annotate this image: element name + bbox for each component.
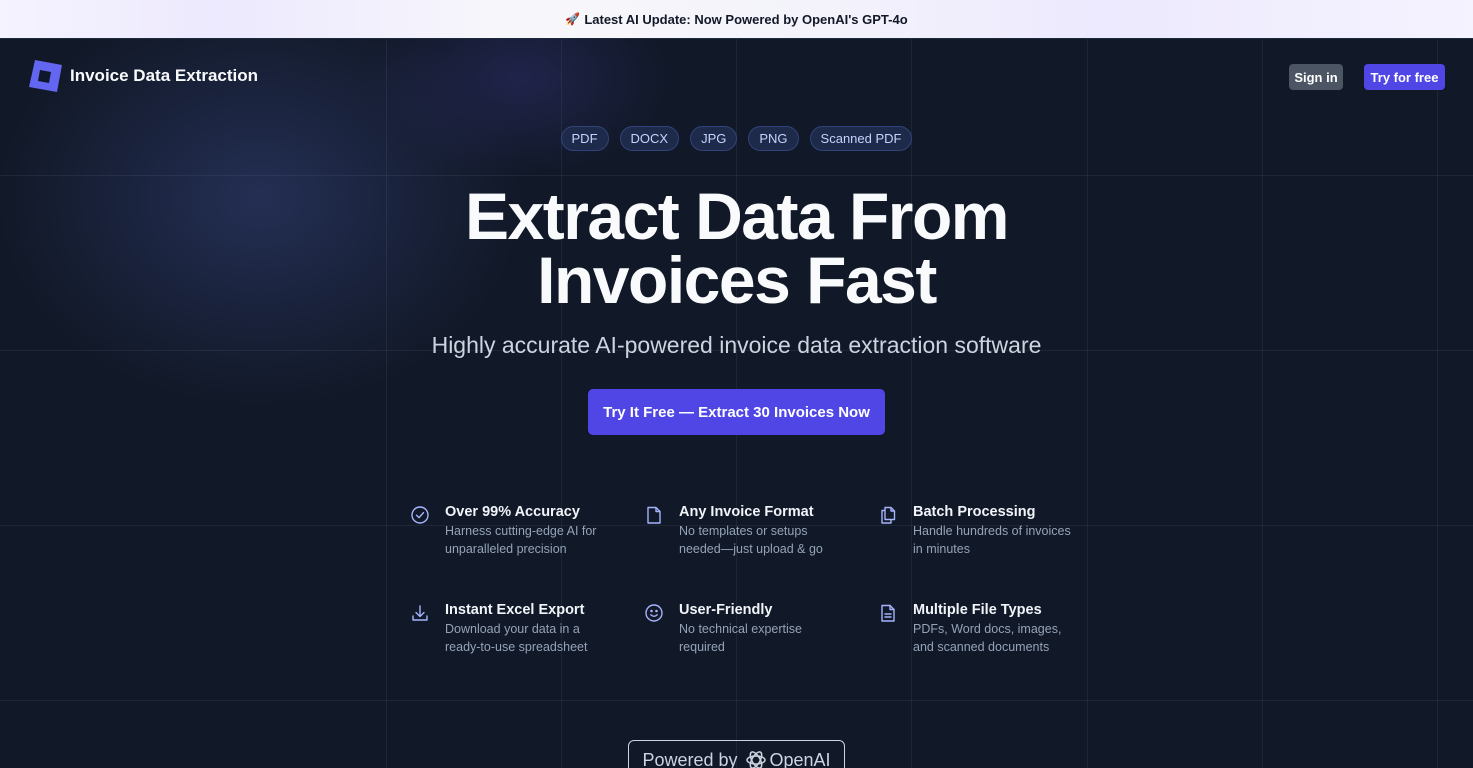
- smiley-icon: [644, 603, 664, 623]
- sign-in-button[interactable]: Sign in: [1289, 64, 1343, 90]
- feature-item-user-friendly: User-Friendly No technical expertise req…: [644, 601, 854, 656]
- format-chip-pdf: PDF: [560, 126, 609, 151]
- try-it-free-cta-button[interactable]: Try It Free — Extract 30 Invoices Now: [588, 389, 885, 435]
- format-chip-jpg: JPG: [690, 126, 738, 151]
- feature-title: Any Invoice Format: [679, 504, 814, 520]
- brand-logo-link[interactable]: Invoice Data Extraction: [28, 59, 258, 93]
- powered-by-openai-badge: Powered by OpenAI: [628, 740, 845, 768]
- try-for-free-button[interactable]: Try for free: [1364, 64, 1445, 90]
- feature-description: No technical expertise required: [679, 622, 802, 654]
- feature-title: Over 99% Accuracy: [445, 504, 580, 520]
- announcement-text: Latest AI Update: Now Powered by OpenAI'…: [584, 11, 908, 27]
- grid-line: [0, 700, 1473, 701]
- feature-item-excel-export: Instant Excel Export Download your data …: [410, 601, 620, 656]
- feature-title: Multiple File Types: [913, 602, 1042, 618]
- feature-description: PDFs, Word docs, images, and scanned doc…: [913, 622, 1062, 654]
- feature-description: Harness cutting-edge AI for unparalleled…: [445, 524, 597, 556]
- format-chip-scanned-pdf: Scanned PDF: [809, 126, 913, 151]
- feature-item-file-types: Multiple File Types PDFs, Word docs, ima…: [878, 601, 1088, 656]
- format-chip-docx: DOCX: [619, 126, 680, 151]
- hero-subtitle: Highly accurate AI-powered invoice data …: [431, 332, 1042, 358]
- feature-item-batch: Batch Processing Handle hundreds of invo…: [878, 503, 1088, 558]
- check-circle-icon: [410, 505, 430, 525]
- feature-description: No templates or setups needed—just uploa…: [679, 524, 823, 556]
- supported-formats: PDF DOCX JPG PNG Scanned PDF: [0, 126, 1473, 151]
- feature-title: User-Friendly: [679, 602, 773, 618]
- format-chip-png: PNG: [748, 126, 799, 151]
- openai-wordmark: OpenAI: [769, 749, 831, 768]
- feature-description: Handle hundreds of invoices in minutes: [913, 524, 1071, 556]
- feature-description: Download your data in a ready-to-use spr…: [445, 622, 588, 654]
- hero-title-line-1: Extract Data From: [464, 179, 1010, 253]
- navbar: Invoice Data Extraction Sign in Try for …: [0, 39, 1473, 115]
- feature-title: Batch Processing: [913, 504, 1036, 520]
- feature-item-any-format: Any Invoice Format No templates or setup…: [644, 503, 854, 558]
- logo-icon: [28, 59, 62, 93]
- documents-stack-icon: [878, 505, 898, 525]
- document-icon: [644, 505, 664, 525]
- grid-line: [0, 175, 1473, 176]
- powered-by-label: Powered by: [642, 749, 738, 768]
- download-icon: [410, 603, 430, 623]
- openai-logo-icon: [745, 751, 766, 768]
- hero-title-line-2: Invoices Fast: [537, 243, 937, 317]
- hero-title: Extract Data From Invoices Fast: [0, 183, 1473, 313]
- rocket-icon: 🚀: [565, 12, 581, 26]
- announcement-bar[interactable]: 🚀 Latest AI Update: Now Powered by OpenA…: [0, 0, 1473, 39]
- feature-item-accuracy: Over 99% Accuracy Harness cutting-edge A…: [410, 503, 620, 558]
- brand-name: Invoice Data Extraction: [70, 66, 259, 85]
- file-text-icon: [878, 603, 898, 623]
- feature-title: Instant Excel Export: [445, 602, 585, 618]
